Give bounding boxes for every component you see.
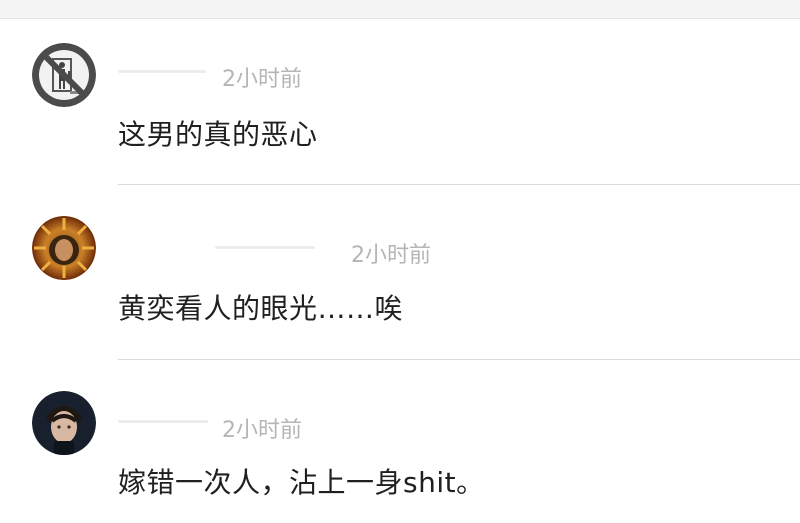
comment-text: 嫁错一次人，沾上一身shit。 (118, 466, 485, 499)
username-placeholder (118, 420, 208, 423)
comment-timestamp: 2小时前 (222, 67, 302, 92)
no-entry-sign-icon (32, 43, 96, 107)
avatar[interactable] (32, 216, 96, 280)
comment-timestamp: 2小时前 (222, 418, 302, 443)
username-placeholder (215, 246, 315, 249)
avatar[interactable] (32, 391, 96, 455)
avatar[interactable] (32, 43, 96, 107)
divider (118, 359, 800, 360)
username-placeholder (118, 70, 206, 73)
comment-text: 黄奕看人的眼光……唉 (118, 292, 404, 325)
top-bar (0, 0, 800, 19)
sunburst-portrait-avatar (32, 216, 96, 280)
man-portrait-avatar (32, 391, 96, 455)
comment-timestamp: 2小时前 (351, 243, 431, 268)
comment-text: 这男的真的恶心 (118, 118, 318, 151)
divider (118, 184, 800, 185)
